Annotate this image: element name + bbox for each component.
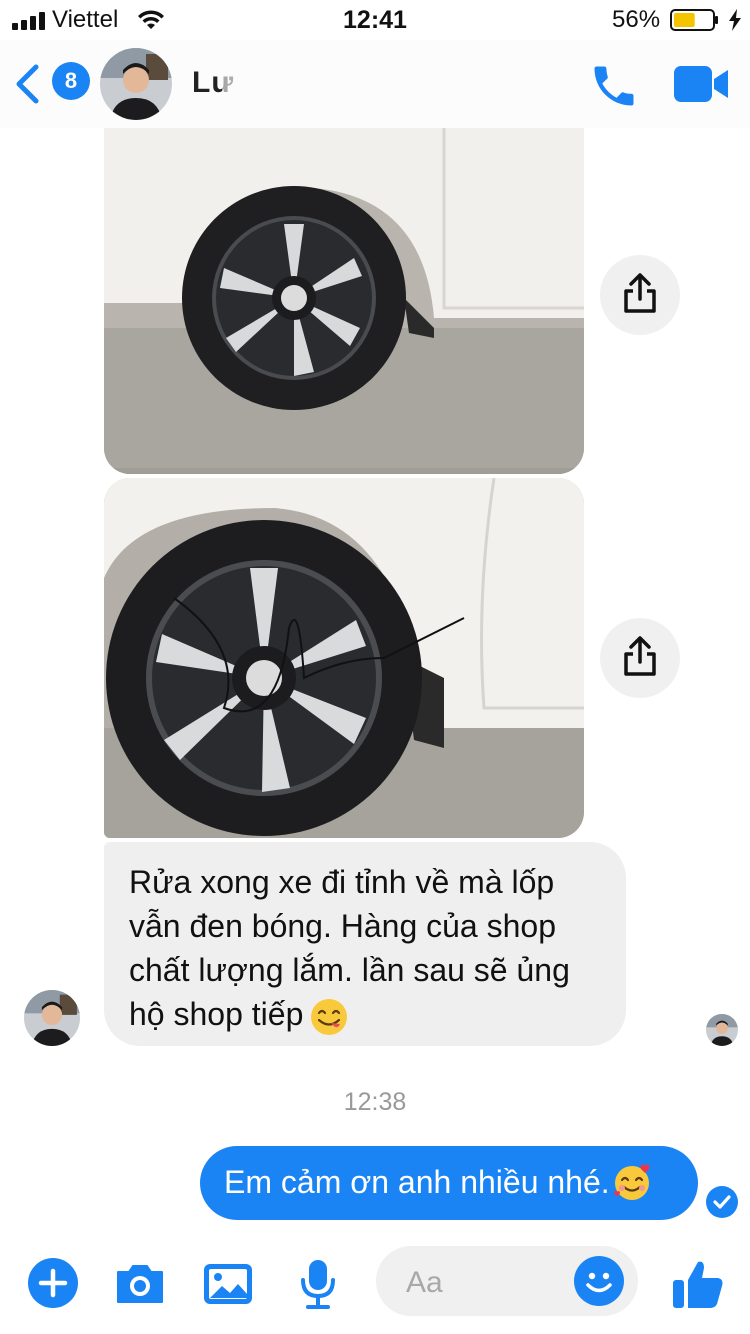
emoji-icon [586,1272,612,1293]
message-timestamp: 12:38 [343,1088,407,1116]
face-savoring-food-emoji-icon [311,998,348,1035]
share-button[interactable] [600,255,680,335]
plus-icon [38,1268,68,1298]
plus-button[interactable] [28,1258,78,1308]
photo-message[interactable] [104,478,584,838]
incoming-message-text: Rửa xong xe đi tỉnh về mà lốp vẫn đen bó… [129,864,570,1032]
photo-message[interactable] [104,128,584,474]
sender-avatar[interactable] [24,990,80,1046]
message-input[interactable]: Aa [376,1246,638,1316]
camera-icon[interactable] [112,1256,168,1312]
charging-bolt-icon [729,9,741,31]
read-receipt-icon [706,1186,738,1218]
smiling-face-with-hearts-emoji-icon [613,1164,650,1200]
message-composer: Aa [0,1240,750,1334]
phone-icon[interactable] [588,60,640,112]
name-redaction [222,56,542,112]
back-chevron-icon [16,64,39,104]
status-bar: Viettel 12:41 56% [0,0,750,40]
video-camera-icon[interactable] [672,62,732,106]
back-button[interactable]: 8 [14,58,90,108]
share-button[interactable] [600,618,680,698]
share-icon [624,636,656,676]
unread-count-badge: 8 [52,62,90,100]
car-wheel-photo-1 [104,128,584,474]
outgoing-message-bubble[interactable]: Em cảm ơn anh nhiều nhé. [200,1146,698,1220]
conversation-header: 8 Lư [0,40,750,128]
battery-percent: 56% [612,6,661,33]
share-icon [624,273,656,313]
contact-avatar[interactable] [100,48,172,120]
incoming-message-bubble[interactable]: Rửa xong xe đi tỉnh về mà lốp vẫn đen bó… [104,842,626,1046]
car-wheel-photo-2 [104,478,584,838]
outgoing-message-text: Em cảm ơn anh nhiều nhé. [224,1164,610,1200]
gallery-icon[interactable] [202,1256,254,1312]
message-input-placeholder: Aa [406,1266,443,1299]
thumbs-up-icon[interactable] [670,1256,726,1312]
battery-icon [670,9,718,31]
emoji-button[interactable] [574,1256,624,1306]
seen-indicator-avatar [706,1014,738,1046]
microphone-icon[interactable] [298,1256,338,1312]
